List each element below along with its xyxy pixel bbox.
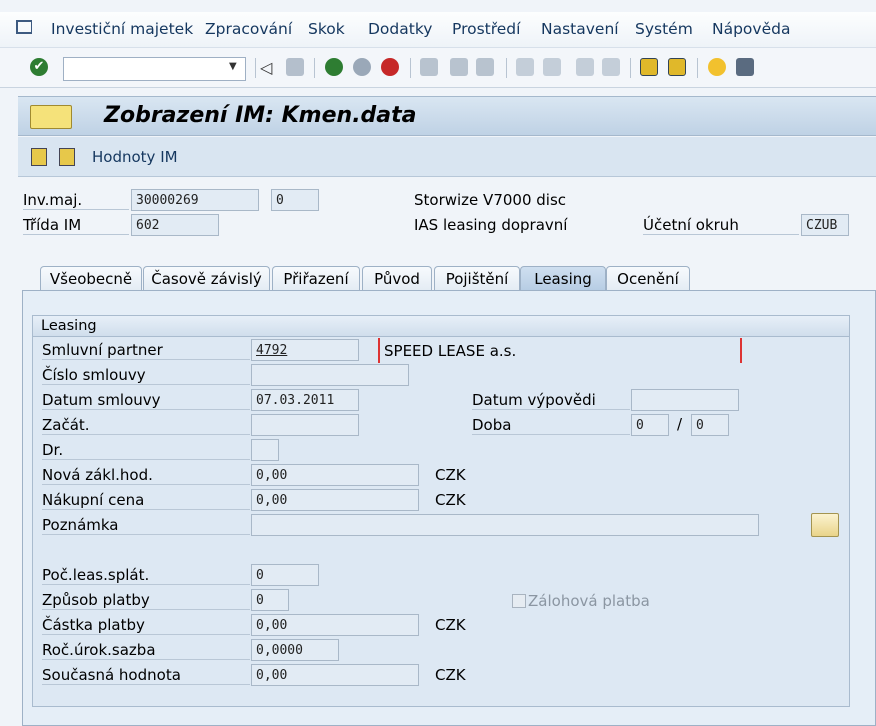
contract-date-label: Datum smlouvy: [42, 391, 250, 410]
menu-skok[interactable]: Skok: [308, 20, 345, 38]
duration-separator: /: [677, 415, 683, 433]
menu-investicni-majetek[interactable]: Investiční majetek: [51, 20, 193, 38]
menu-system[interactable]: Systém: [635, 20, 693, 38]
previous-page-icon[interactable]: [543, 58, 561, 76]
page-title: Zobrazení IM: Kmen.data: [104, 103, 417, 128]
customize-layout-icon[interactable]: [736, 58, 754, 76]
new-base-field[interactable]: 0,00: [251, 464, 419, 486]
cancel-icon[interactable]: [381, 58, 399, 76]
note-edit-icon[interactable]: [811, 513, 839, 537]
currency: CZK: [435, 466, 466, 484]
tab-vseobecne[interactable]: Všeobecně: [40, 266, 142, 290]
payment-amount-field[interactable]: 0,00: [251, 614, 419, 636]
menu-zpracovani[interactable]: Zpracování: [205, 20, 292, 38]
class-description: IAS leasing dopravní: [414, 216, 568, 234]
note-label: Poznámka: [42, 516, 250, 535]
present-value-field[interactable]: 0,00: [251, 664, 419, 686]
sub-number-field[interactable]: 0: [271, 189, 319, 211]
payment-method-label: Způsob platby: [42, 591, 250, 610]
partner-field[interactable]: 4792: [251, 339, 359, 361]
title-bar: Zobrazení IM: Kmen.data: [18, 96, 876, 136]
duration-years-field[interactable]: 0: [631, 414, 669, 436]
tab-puvod[interactable]: Původ: [362, 266, 432, 290]
interest-rate-field[interactable]: 0,0000: [251, 639, 339, 661]
duration-label: Doba: [472, 416, 630, 435]
purchase-price-field[interactable]: 0,00: [251, 489, 419, 511]
num-payments-field[interactable]: 0: [251, 564, 319, 586]
help-icon[interactable]: [708, 58, 726, 76]
contract-date-field[interactable]: 07.03.2011: [251, 389, 359, 411]
new-session-icon[interactable]: [640, 58, 658, 76]
command-field[interactable]: [63, 57, 246, 81]
interest-rate-label: Roč.úrok.sazba: [42, 641, 250, 660]
contract-no-field[interactable]: [251, 364, 409, 386]
num-payments-label: Poč.leas.splát.: [42, 566, 250, 585]
tab-casove-zavisly[interactable]: Časově závislý: [143, 266, 270, 290]
currency: CZK: [435, 616, 466, 634]
currency: CZK: [435, 491, 466, 509]
advance-payment-checkbox[interactable]: [512, 594, 526, 608]
menu-bar: Investiční majetek Zpracování Skok Dodat…: [0, 12, 876, 48]
purchase-price-label: Nákupní cena: [42, 491, 250, 510]
first-page-icon[interactable]: [516, 58, 534, 76]
application-toolbar: Hodnoty IM: [18, 137, 876, 177]
next-page-icon[interactable]: [576, 58, 594, 76]
class-label: Třída IM: [23, 216, 129, 235]
partner-label: Smluvní partner: [42, 341, 250, 360]
save-icon[interactable]: [286, 58, 304, 76]
start-field[interactable]: [251, 414, 359, 436]
asset-number-field[interactable]: 30000269: [131, 189, 259, 211]
exit-icon[interactable]: [353, 58, 371, 76]
command-dropdown-icon[interactable]: ▼: [229, 61, 237, 72]
menu-nastaveni[interactable]: Nastavení: [541, 20, 619, 38]
back-arrow-icon[interactable]: ◁: [260, 58, 272, 77]
menu-prostredi[interactable]: Prostředí: [452, 20, 520, 38]
enter-check-icon[interactable]: ✔: [30, 58, 48, 76]
present-value-label: Současná hodnota: [42, 666, 250, 685]
payment-amount-label: Částka platby: [42, 616, 250, 635]
note-field[interactable]: [251, 514, 759, 536]
duration-months-field[interactable]: 0: [691, 414, 729, 436]
advance-payment-label: Zálohová platba: [528, 592, 650, 610]
type-field[interactable]: [251, 439, 279, 461]
menu-icon[interactable]: [16, 20, 32, 34]
tab-oceneni[interactable]: Ocenění: [606, 266, 690, 290]
previous-asset-icon[interactable]: [31, 148, 47, 166]
last-page-icon[interactable]: [602, 58, 620, 76]
class-field[interactable]: 602: [131, 214, 219, 236]
currency: CZK: [435, 666, 466, 684]
asset-label: Inv.maj.: [23, 191, 129, 210]
menu-dodatky[interactable]: Dodatky: [368, 20, 432, 38]
asset-values-button[interactable]: Hodnoty IM: [92, 148, 178, 166]
tab-pojisteni[interactable]: Pojištění: [434, 266, 520, 290]
start-label: Začát.: [42, 416, 250, 435]
notice-date-field[interactable]: [631, 389, 739, 411]
tab-prirazeni[interactable]: Přiřazení: [272, 266, 360, 290]
print-icon[interactable]: [420, 58, 438, 76]
menu-screen-icon[interactable]: [30, 105, 72, 129]
back-icon[interactable]: [325, 58, 343, 76]
find-icon[interactable]: [450, 58, 468, 76]
asset-description: Storwize V7000 disc: [414, 191, 567, 209]
tab-leasing[interactable]: Leasing: [520, 266, 606, 290]
company-code-field[interactable]: CZUB: [801, 214, 849, 236]
payment-method-field[interactable]: 0: [251, 589, 289, 611]
company-code-label: Účetní okruh: [643, 216, 799, 235]
notice-date-label: Datum výpovědi: [472, 391, 630, 410]
new-base-label: Nová zákl.hod.: [42, 466, 250, 485]
group-title: Leasing: [33, 316, 849, 337]
next-asset-icon[interactable]: [59, 148, 75, 166]
shortcut-icon[interactable]: [668, 58, 686, 76]
type-label: Dr.: [42, 441, 250, 460]
menu-napoveda[interactable]: Nápověda: [712, 20, 790, 38]
partner-name[interactable]: SPEED LEASE a.s.: [384, 342, 516, 360]
contract-no-label: Číslo smlouvy: [42, 366, 250, 385]
find-next-icon[interactable]: [476, 58, 494, 76]
